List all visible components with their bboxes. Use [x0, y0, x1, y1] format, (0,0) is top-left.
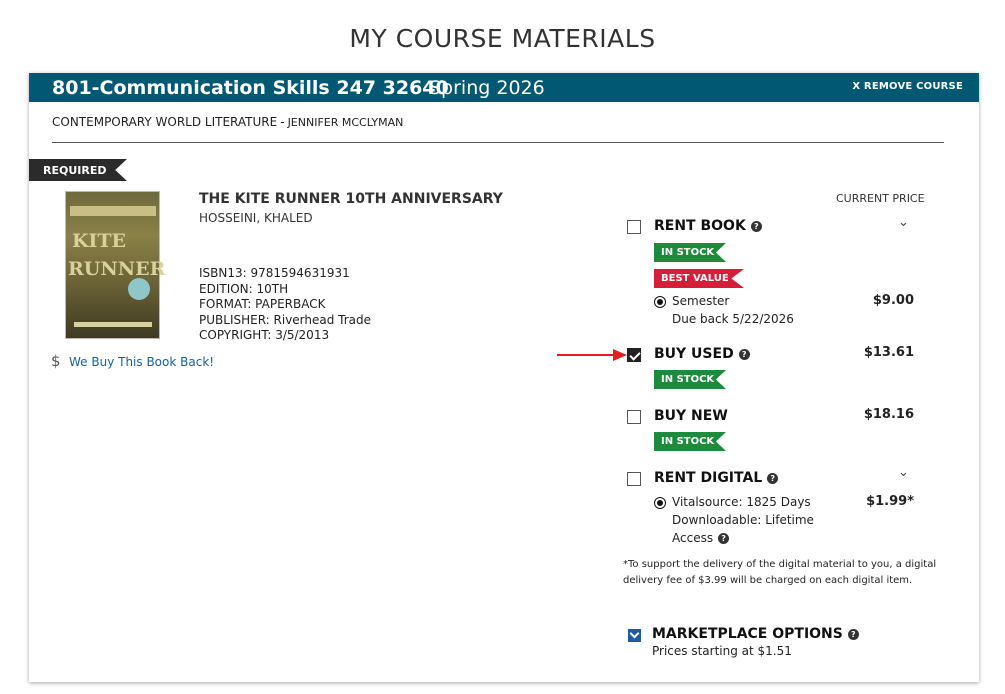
rent-book-label: RENT BOOK: [654, 218, 746, 234]
buy-new-price: $18.16: [863, 407, 914, 422]
publisher: PUBLISHER: Riverhead Trade: [199, 312, 372, 327]
digital-option-line2: Downloadable: Lifetime: [672, 513, 814, 527]
rent-digital-checkbox[interactable]: [627, 472, 641, 486]
in-stock-badge: IN STOCK: [654, 370, 726, 389]
required-tag: REQUIRED: [29, 159, 127, 181]
book-details: ISBN13: 9781594631931 EDITION: 10TH FORM…: [199, 266, 371, 344]
rent-digital-option: RENT DIGITAL?: [654, 470, 779, 486]
book-author: HOSSEINI, KHALED: [199, 211, 313, 225]
marketplace-label: MARKETPLACE OPTIONS: [652, 626, 843, 642]
buyback-link[interactable]: We Buy This Book Back!: [69, 355, 214, 369]
subtitle-separator: -: [280, 115, 285, 129]
remove-course-button[interactable]: X REMOVE COURSE: [852, 81, 963, 92]
in-stock-badge: IN STOCK: [654, 243, 726, 262]
chevron-down-icon[interactable]: ⌄: [898, 215, 909, 230]
rent-book-checkbox[interactable]: [627, 220, 641, 234]
help-icon[interactable]: ?: [750, 221, 762, 232]
digital-option-line3-row: Access?: [672, 529, 730, 547]
due-back-date: Due back 5/22/2026: [672, 312, 794, 326]
instructor-name: JENNIFER MCCLYMAN: [287, 116, 404, 129]
course-code: 801-Communication Skills 247 32640: [52, 77, 449, 99]
in-stock-badge: IN STOCK: [654, 432, 726, 451]
chevron-double-down-icon[interactable]: [628, 629, 641, 642]
course-subtitle: CONTEMPORARY WORLD LITERATURE - JENNIFER M…: [52, 115, 403, 129]
copyright: COPYRIGHT: 3/5/2013: [199, 328, 330, 343]
current-price-header: CURRENT PRICE: [836, 192, 925, 205]
best-value-badge: BEST VALUE: [654, 269, 744, 288]
format: FORMAT: PAPERBACK: [199, 297, 326, 312]
vitalsource-radio[interactable]: [654, 497, 666, 509]
buyback-row: $ We Buy This Book Back!: [51, 352, 214, 370]
semester-radio[interactable]: [654, 296, 666, 308]
rent-book-price: $9.00: [872, 293, 914, 308]
chevron-down-icon[interactable]: ⌄: [898, 465, 909, 480]
marketplace-price: Prices starting at $1.51: [652, 644, 792, 658]
help-icon[interactable]: ?: [767, 473, 779, 484]
help-icon[interactable]: ?: [718, 533, 730, 544]
rent-digital-label: RENT DIGITAL: [654, 470, 763, 486]
digital-option-line1: Vitalsource: 1825 Days: [672, 495, 811, 509]
help-icon[interactable]: ?: [738, 349, 750, 360]
rent-digital-price: $1.99*: [866, 494, 914, 509]
semester-label: Semester: [672, 294, 730, 308]
book-cover-image: KITE RUNNER: [65, 191, 165, 339]
page: MY COURSE MATERIALS 801-Communication Sk…: [0, 0, 1005, 694]
digital-option-line3: Access: [672, 531, 714, 545]
course-header-bar: 801-Communication Skills 247 32640 Sprin…: [29, 73, 979, 102]
buy-used-label: BUY USED: [654, 346, 734, 362]
buy-used-checkbox[interactable]: [627, 348, 641, 362]
divider: [52, 142, 944, 143]
edition: EDITION: 10TH: [199, 281, 289, 296]
help-icon[interactable]: ?: [847, 629, 859, 640]
course-term: Spring 2026: [429, 77, 545, 99]
digital-fee-note: *To support the delivery of the digital …: [623, 559, 937, 586]
isbn: ISBN13: 9781594631931: [199, 266, 350, 280]
page-title: MY COURSE MATERIALS: [349, 24, 656, 53]
dollar-icon: $: [51, 352, 61, 370]
course-name: CONTEMPORARY WORLD LITERATURE: [52, 115, 278, 129]
buy-used-option: BUY USED?: [654, 346, 750, 362]
buy-new-label: BUY NEW: [654, 408, 728, 424]
rent-book-option: RENT BOOK?: [654, 218, 762, 234]
buy-used-price: $13.61: [863, 345, 914, 360]
course-card: 801-Communication Skills 247 32640 Sprin…: [29, 73, 979, 682]
annotation-arrow-icon: [557, 349, 627, 361]
book-title: THE KITE RUNNER 10TH ANNIVERSARY: [199, 191, 503, 207]
buy-new-checkbox[interactable]: [627, 410, 641, 424]
marketplace-option[interactable]: MARKETPLACE OPTIONS?: [652, 626, 859, 642]
